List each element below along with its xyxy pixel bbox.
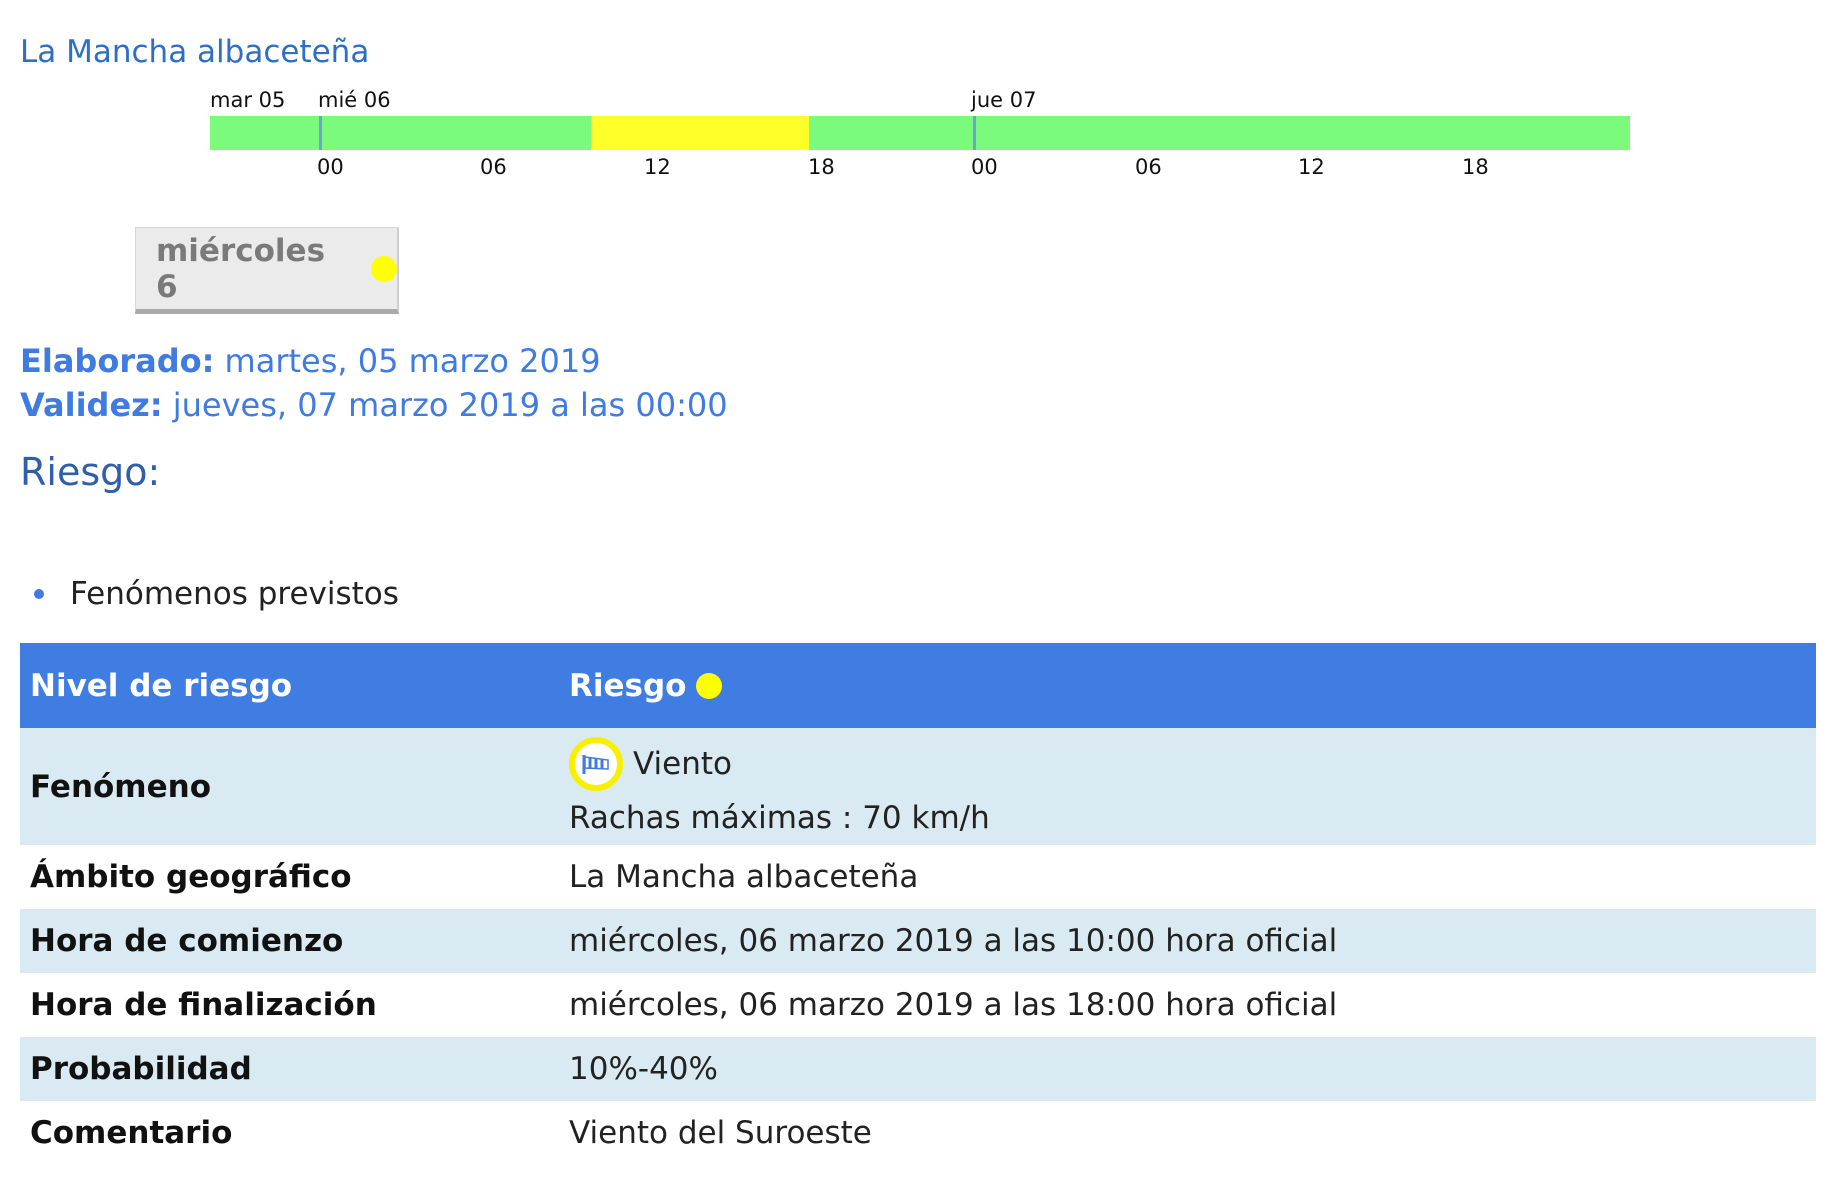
row-value: Viento del Suroeste — [569, 1115, 872, 1151]
row-label: Comentario — [30, 1115, 233, 1151]
fenomeno-name: Viento — [633, 746, 732, 782]
validez-line: Validez: jueves, 07 marzo 2019 a las 00:… — [20, 386, 728, 424]
wind-icon — [569, 737, 623, 791]
row-label: Hora de finalización — [30, 987, 377, 1023]
timeline-day-marker — [319, 116, 322, 150]
list-item-label: Fenómenos previstos — [70, 576, 399, 612]
risk-level-dot — [696, 672, 723, 699]
row-value: miércoles, 06 marzo 2019 a las 18:00 hor… — [569, 987, 1338, 1023]
row-value: miércoles, 06 marzo 2019 a las 10:00 hor… — [569, 923, 1338, 959]
table-row: Hora de finalización miércoles, 06 marzo… — [20, 973, 1816, 1037]
row-label: Probabilidad — [30, 1051, 252, 1087]
timeline-day-marker — [973, 116, 976, 150]
day-tab-miercoles[interactable]: miércoles 6 — [135, 227, 399, 314]
timeline-hour-label: 18 — [808, 155, 835, 179]
fenomeno-cell: Viento Rachas máximas : 70 km/h — [569, 734, 990, 836]
timeline-hour-label: 12 — [644, 155, 671, 179]
day-tab-label: miércoles 6 — [156, 232, 326, 305]
table-row: Ámbito geográfico La Mancha albaceteña — [20, 845, 1816, 909]
table-row: Hora de comienzo miércoles, 06 marzo 201… — [20, 909, 1816, 973]
timeline-hour-label: 00 — [971, 155, 998, 179]
header-nivel: Nivel de riesgo — [30, 667, 293, 704]
timeline-hour-label: 06 — [480, 155, 507, 179]
timeline-hour-label: 00 — [317, 155, 344, 179]
bullet-icon — [34, 589, 44, 599]
timeline-day-label: mié 06 — [318, 88, 391, 112]
elaborado-line: Elaborado: martes, 05 marzo 2019 — [20, 342, 601, 380]
table-row: Comentario Viento del Suroeste — [20, 1101, 1816, 1165]
row-value: 10%-40% — [569, 1051, 718, 1087]
header-riesgo-label: Riesgo — [569, 667, 687, 704]
riesgo-heading: Riesgo: — [20, 450, 161, 494]
row-label: Fenómeno — [30, 768, 212, 805]
row-label: Hora de comienzo — [30, 923, 344, 959]
zone-title: La Mancha albaceteña — [20, 34, 370, 70]
elaborado-value: martes, 05 marzo 2019 — [224, 342, 601, 380]
elaborado-label: Elaborado: — [20, 342, 215, 380]
header-riesgo: Riesgo — [569, 667, 723, 704]
fenomeno-detail: Rachas máximas : 70 km/h — [569, 800, 990, 836]
timeline-day-label: mar 05 — [210, 88, 286, 112]
row-label: Ámbito geográfico — [30, 859, 352, 895]
risk-level-dot — [371, 255, 397, 282]
timeline-day-label: jue 07 — [971, 88, 1037, 112]
timeline-bar[interactable] — [210, 116, 1630, 150]
timeline-hour-label: 18 — [1462, 155, 1489, 179]
row-value: La Mancha albaceteña — [569, 859, 919, 895]
timeline-hour-label: 12 — [1298, 155, 1325, 179]
warning-table: Nivel de riesgo Riesgo Fenómeno Viento R… — [20, 643, 1816, 1165]
table-header: Nivel de riesgo Riesgo — [20, 643, 1816, 728]
table-row: Fenómeno Viento Rachas máximas : 70 km/h — [20, 728, 1816, 845]
timeline-yellow-segment[interactable] — [591, 116, 809, 150]
timeline-hour-label: 06 — [1135, 155, 1162, 179]
validez-value: jueves, 07 marzo 2019 a las 00:00 — [172, 386, 728, 424]
table-row: Probabilidad 10%-40% — [20, 1037, 1816, 1101]
validez-label: Validez: — [20, 386, 163, 424]
list-item: Fenómenos previstos — [34, 576, 399, 612]
